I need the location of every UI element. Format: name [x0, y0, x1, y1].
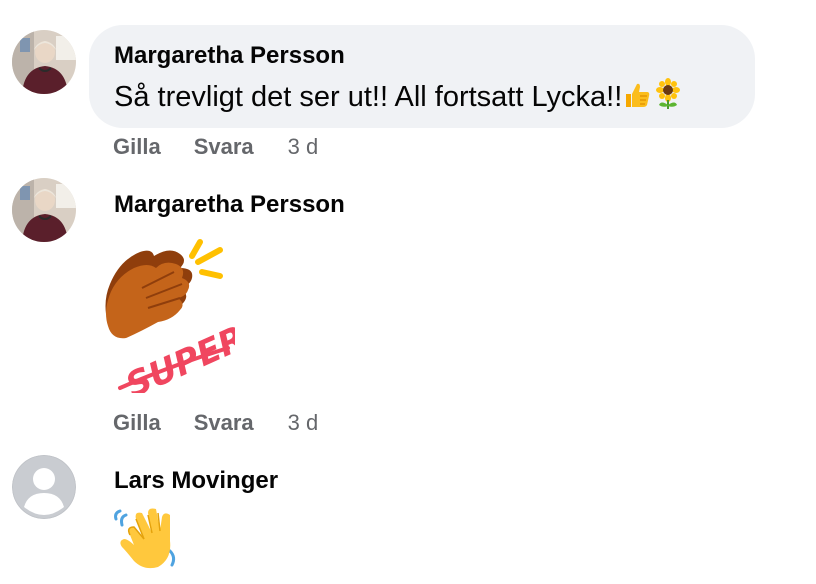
waving-hand-icon: [112, 505, 182, 571]
comment-body: Så trevligt det ser ut!! All fortsatt Ly…: [114, 81, 623, 113]
comment-author[interactable]: Margaretha Persson: [114, 190, 345, 220]
reply-button[interactable]: Svara: [194, 409, 254, 437]
comment-thread: Margaretha Persson Så trevligt det ser u…: [0, 0, 816, 584]
comment-actions: Gilla Svara 3 d: [113, 409, 318, 437]
avatar[interactable]: [12, 455, 76, 519]
clapping-hands-sticker-icon[interactable]: SUPER!: [100, 238, 266, 406]
comment-text: Så trevligt det ser ut!! All fortsatt Ly…: [114, 78, 684, 119]
default-avatar-icon: [12, 455, 76, 519]
comment-author[interactable]: Margaretha Persson: [114, 41, 345, 71]
reply-button[interactable]: Svara: [194, 133, 254, 161]
comment-author[interactable]: Lars Movinger: [114, 466, 278, 496]
comment-actions: Gilla Svara 3 d: [113, 133, 318, 161]
thumbs-up-icon: [622, 80, 652, 119]
avatar[interactable]: [12, 178, 76, 242]
comment-timestamp[interactable]: 3 d: [288, 409, 319, 437]
like-button[interactable]: Gilla: [113, 409, 161, 437]
profile-photo: [12, 178, 76, 242]
comment-timestamp[interactable]: 3 d: [288, 133, 319, 161]
avatar[interactable]: [12, 30, 76, 94]
like-button[interactable]: Gilla: [113, 133, 161, 161]
sunflower-icon: [652, 78, 684, 119]
profile-photo: [12, 30, 76, 94]
